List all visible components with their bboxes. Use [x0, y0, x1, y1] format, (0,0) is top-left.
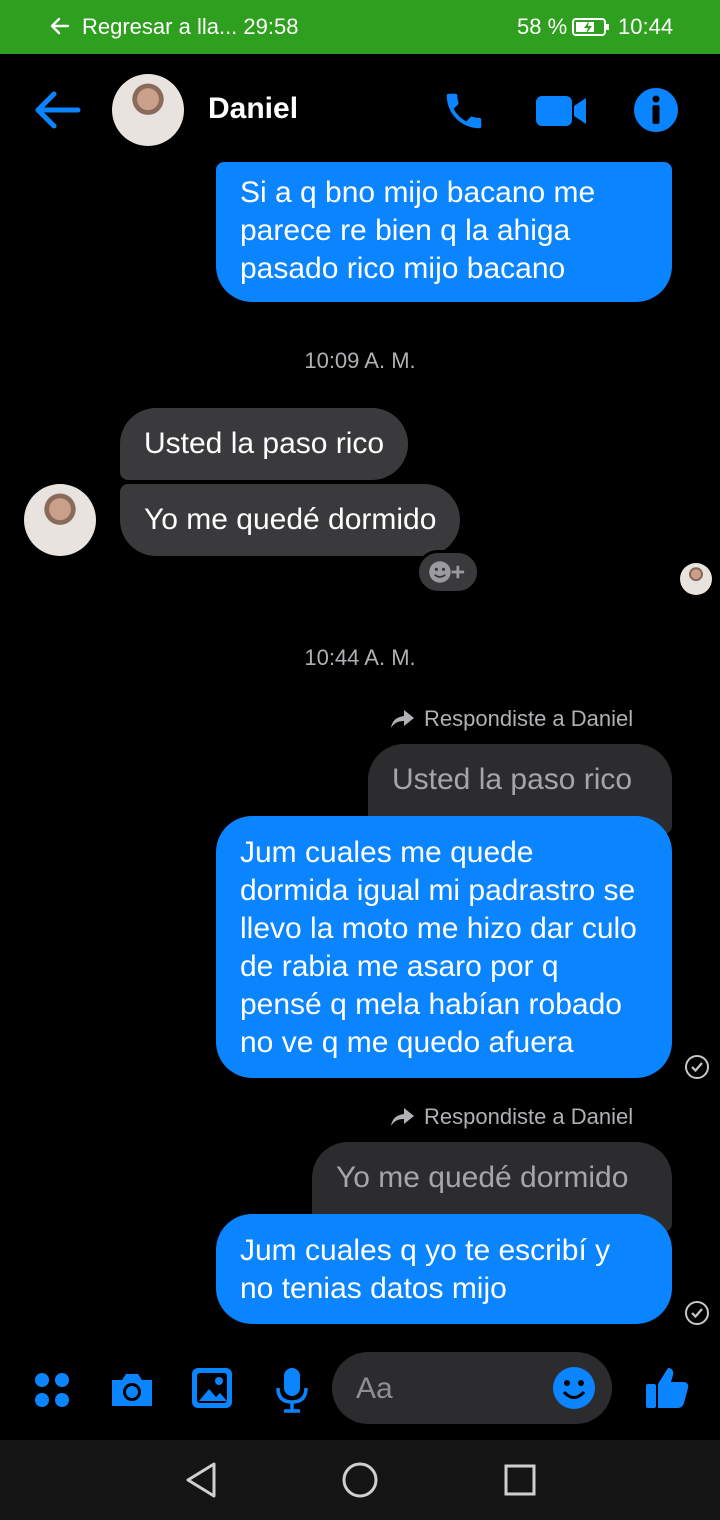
video-call-icon[interactable]	[534, 92, 588, 130]
outgoing-message[interactable]: Jum cuales q yo te escribí y no tenias d…	[216, 1214, 672, 1324]
status-bar: Regresar a lla... 29:58 58 % 10:44	[0, 0, 720, 54]
sent-check-icon	[685, 1055, 709, 1079]
more-actions-icon[interactable]	[32, 1370, 72, 1410]
thumbs-up-icon[interactable]	[644, 1364, 692, 1412]
outgoing-message[interactable]: Si a q bno mijo bacano me parece re bien…	[216, 162, 672, 302]
sender-avatar[interactable]	[24, 484, 96, 556]
contact-name[interactable]: Daniel	[208, 92, 298, 126]
return-arrow-icon[interactable]	[48, 14, 72, 38]
nav-recents-icon[interactable]	[500, 1460, 540, 1500]
sent-check-icon	[685, 1301, 709, 1325]
ongoing-call-banner[interactable]: Regresar a lla... 29:58	[82, 14, 298, 40]
camera-icon[interactable]	[108, 1370, 156, 1410]
message-timestamp: 10:09 A. M.	[304, 348, 416, 373]
contact-avatar[interactable]	[112, 74, 184, 146]
emoji-icon[interactable]	[552, 1366, 596, 1410]
reply-indicator-text: Respondiste a Daniel	[424, 1104, 634, 1129]
gallery-icon[interactable]	[190, 1366, 234, 1410]
message-composer: Aa	[0, 1346, 720, 1440]
chat-header: Daniel	[0, 54, 720, 166]
smiley-add-icon	[429, 561, 465, 583]
battery-icon	[572, 18, 609, 36]
reply-arrow-icon	[391, 1108, 414, 1126]
reply-indicator-text: Respondiste a Daniel	[424, 706, 634, 731]
reply-arrow-icon	[391, 710, 414, 728]
reply-indicator: Respondiste a Daniel	[390, 1104, 633, 1130]
message-input[interactable]: Aa	[332, 1352, 612, 1424]
nav-home-icon[interactable]	[340, 1460, 380, 1500]
message-input-placeholder: Aa	[356, 1372, 393, 1405]
system-nav-bar	[0, 1440, 720, 1520]
phone-call-icon[interactable]	[440, 88, 488, 134]
incoming-message[interactable]: Yo me quedé dormido	[120, 484, 461, 556]
outgoing-message[interactable]: Jum cuales me quede dormida igual mi pad…	[216, 816, 672, 1078]
message-timestamp: 10:44 A. M.	[304, 645, 416, 670]
microphone-icon[interactable]	[274, 1366, 310, 1414]
battery-percent: 58 %	[517, 14, 568, 39]
nav-back-icon[interactable]	[182, 1460, 222, 1500]
back-arrow-icon[interactable]	[30, 88, 82, 132]
status-clock: 10:44	[618, 14, 674, 39]
read-receipt-avatar	[680, 563, 712, 595]
info-icon[interactable]	[632, 86, 680, 134]
reply-indicator: Respondiste a Daniel	[390, 706, 633, 732]
add-reaction-button[interactable]	[416, 550, 480, 594]
incoming-message[interactable]: Usted la paso rico	[120, 408, 409, 480]
